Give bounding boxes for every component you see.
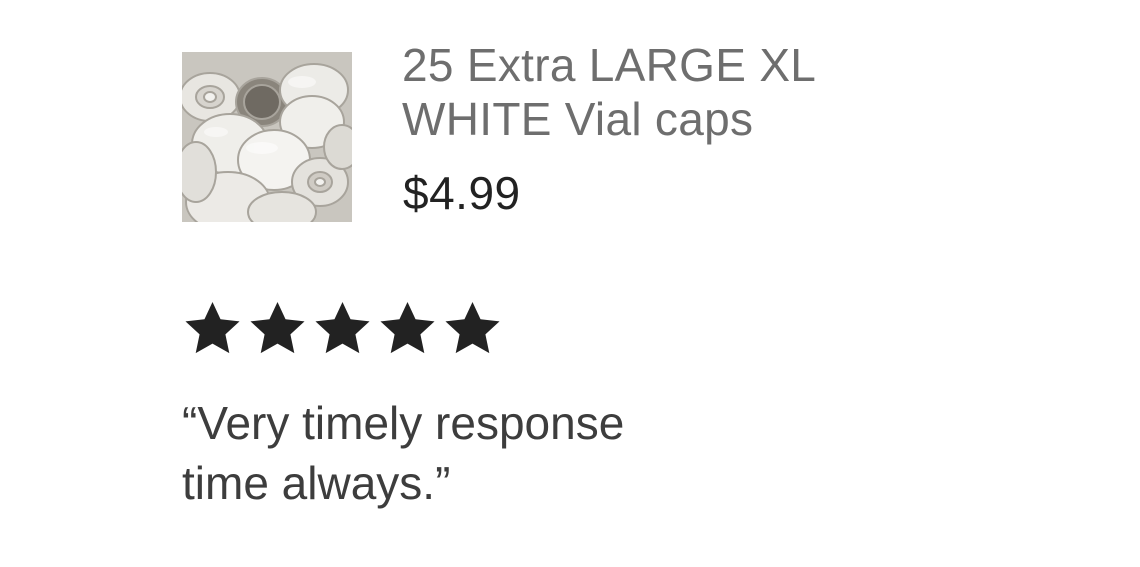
- star-icon: [380, 301, 435, 354]
- product-title-line-2[interactable]: WHITE Vial caps: [402, 92, 1102, 146]
- star-rating: [183, 300, 502, 356]
- star-icon: [315, 301, 370, 354]
- vial-caps-image: [182, 52, 352, 222]
- product-title[interactable]: 25 Extra LARGE XL WHITE Vial caps: [402, 38, 1102, 146]
- star-icon: [445, 301, 500, 354]
- product-title-line-1[interactable]: 25 Extra LARGE XL: [402, 38, 1102, 92]
- product-thumbnail[interactable]: [182, 52, 352, 222]
- product-price: $4.99: [403, 167, 521, 219]
- review-quote: “Very timely response time always.”: [182, 393, 1002, 513]
- review-quote-line-1: “Very timely response: [182, 397, 625, 449]
- star-icon: [250, 301, 305, 354]
- review-quote-line-2: time always.”: [182, 457, 451, 509]
- star-icon: [185, 301, 240, 354]
